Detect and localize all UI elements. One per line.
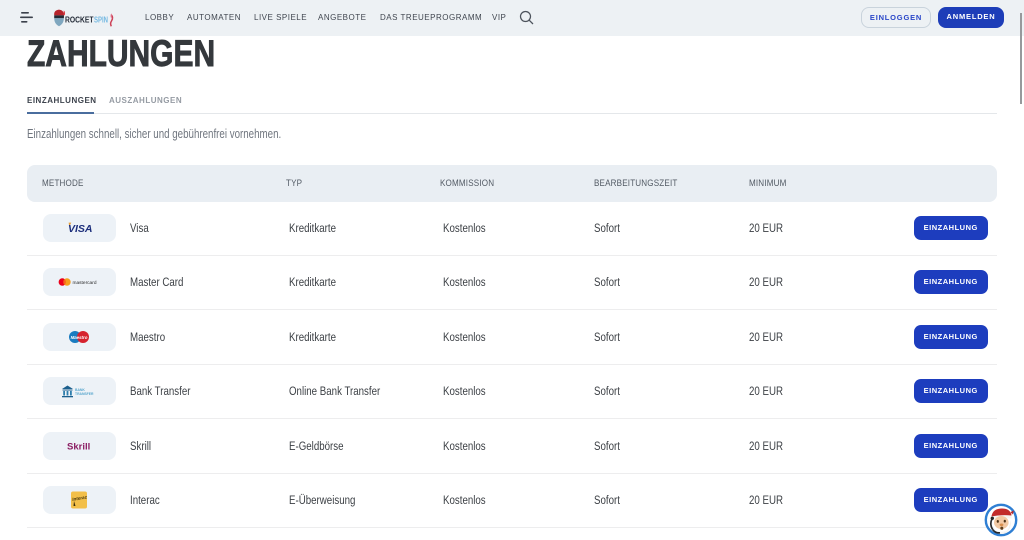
svg-text:Skrill: Skrill <box>67 441 90 452</box>
svg-text:TRANSFER: TRANSFER <box>75 392 94 396</box>
svg-text:ROCKET: ROCKET <box>65 16 94 25</box>
svg-text:Maestro: Maestro <box>71 335 88 340</box>
svg-text:VISA: VISA <box>68 223 93 235</box>
svg-text:SPIN: SPIN <box>94 16 108 25</box>
svg-text:mastercard: mastercard <box>73 280 97 286</box>
